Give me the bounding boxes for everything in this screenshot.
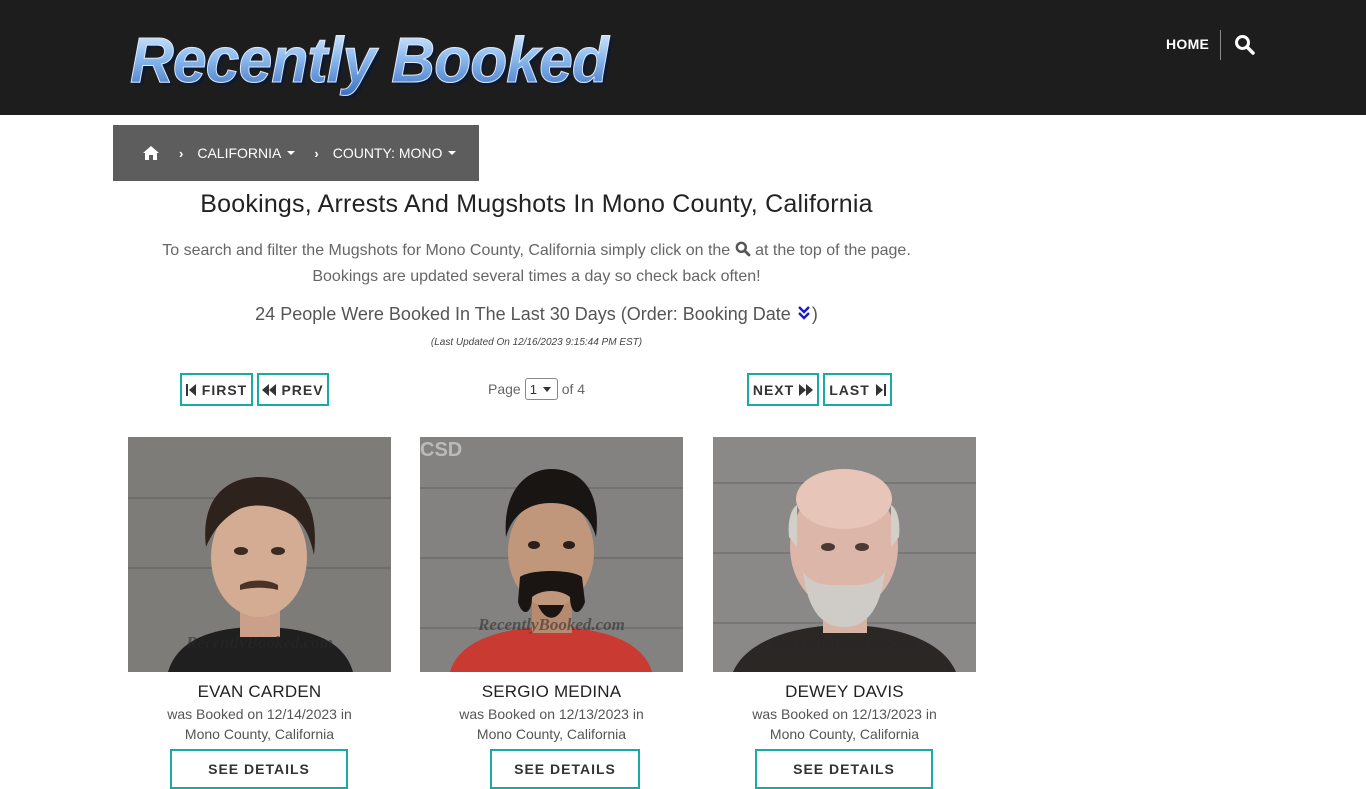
breadcrumb-county-dropdown[interactable]: COUNTY: MONO bbox=[333, 145, 457, 161]
intro-text-part2: at the top of the page. bbox=[755, 242, 911, 259]
see-details-button[interactable]: SEE DETAILS bbox=[170, 749, 348, 789]
step-forward-icon bbox=[875, 383, 886, 396]
logo-graphic: Recently Booked Recently Booked bbox=[130, 24, 615, 99]
home-icon[interactable] bbox=[142, 145, 160, 161]
last-updated-text: (Last Updated On 12/16/2023 9:15:44 PM E… bbox=[430, 337, 643, 348]
booking-location-text: Mono County, California bbox=[769, 726, 920, 742]
prev-page-label: PREV bbox=[281, 381, 324, 398]
intro-text-part1: To search and filter the Mugshots for Mo… bbox=[162, 242, 731, 259]
booking-card: CSD RecentlyBooked.com SERGIO MEDINA was… bbox=[420, 437, 683, 789]
photo-watermark: RecentlyBooked.com bbox=[478, 615, 625, 634]
caret-down-icon bbox=[287, 151, 296, 155]
booking-date-text: was Booked on 12/13/2023 in bbox=[752, 706, 937, 722]
last-page-button[interactable]: LAST bbox=[823, 373, 892, 406]
intro-text: To search and filter the Mugshots for Mo… bbox=[113, 238, 960, 290]
fast-backward-icon bbox=[262, 383, 277, 396]
booking-location-text: Mono County, California bbox=[476, 726, 627, 742]
breadcrumb-state-dropdown[interactable]: CALIFORNIA bbox=[197, 145, 296, 161]
page-label: Page bbox=[488, 381, 521, 397]
mugshot-photo[interactable]: RecentlyBooked.com bbox=[713, 437, 976, 672]
booking-date-text: was Booked on 12/13/2023 in bbox=[459, 706, 644, 722]
person-name[interactable]: DEWEY DAVIS bbox=[713, 682, 976, 702]
page-title: Bookings, Arrests And Mugshots In Mono C… bbox=[200, 190, 873, 218]
site-logo[interactable]: Recently Booked Recently Booked bbox=[124, 18, 624, 99]
photo-corner-text: CSD bbox=[420, 439, 463, 461]
person-name[interactable]: SERGIO MEDINA bbox=[420, 682, 683, 702]
mugshot-photo[interactable]: CSD RecentlyBooked.com bbox=[420, 437, 683, 672]
first-page-button[interactable]: FIRST bbox=[180, 373, 253, 406]
booking-count-close: ) bbox=[811, 304, 818, 324]
see-details-button[interactable]: SEE DETAILS bbox=[755, 749, 933, 789]
breadcrumb: › CALIFORNIA › COUNTY: MONO bbox=[113, 125, 479, 181]
photo-watermark: RecentlyBooked.com bbox=[771, 633, 918, 652]
next-page-label: NEXT bbox=[752, 381, 795, 398]
site-header: Recently Booked Recently Booked HOME bbox=[0, 0, 1366, 115]
page-total-label: of 4 bbox=[561, 381, 586, 397]
search-icon[interactable] bbox=[1234, 34, 1256, 56]
svg-text:Recently Booked: Recently Booked bbox=[130, 24, 611, 96]
double-chevron-down-icon[interactable] bbox=[796, 305, 812, 321]
chevron-right-icon: › bbox=[314, 145, 319, 161]
prev-page-button[interactable]: PREV bbox=[257, 373, 329, 406]
caret-down-icon bbox=[448, 151, 457, 155]
chevron-right-icon: › bbox=[179, 145, 184, 161]
booking-count-heading: 24 People Were Booked In The Last 30 Day… bbox=[113, 304, 960, 325]
step-backward-icon bbox=[185, 383, 196, 396]
see-details-button[interactable]: SEE DETAILS bbox=[490, 749, 640, 789]
next-page-button[interactable]: NEXT bbox=[747, 373, 819, 406]
mugshot-image bbox=[420, 437, 683, 672]
nav-home-link[interactable]: HOME bbox=[1166, 36, 1209, 52]
fast-forward-icon bbox=[799, 383, 814, 396]
nav-divider bbox=[1220, 30, 1221, 60]
booking-date-text: was Booked on 12/14/2023 in bbox=[167, 706, 352, 722]
search-icon bbox=[735, 240, 751, 257]
page-indicator: Page 1 of 4 bbox=[488, 377, 585, 401]
mugshot-photo[interactable]: RecentlyBooked.com bbox=[128, 437, 391, 672]
page-select[interactable]: 1 bbox=[524, 378, 558, 400]
breadcrumb-state-label: CALIFORNIA bbox=[197, 145, 282, 161]
booking-card: RecentlyBooked.com EVAN CARDEN was Booke… bbox=[128, 437, 391, 789]
last-page-label: LAST bbox=[829, 381, 870, 398]
photo-watermark: RecentlyBooked.com bbox=[186, 633, 333, 652]
chevron-down-icon bbox=[542, 386, 551, 392]
page-select-value: 1 bbox=[529, 381, 537, 397]
booking-count-text: 24 People Were Booked In The Last 30 Day… bbox=[255, 304, 791, 324]
booking-card: RecentlyBooked.com DEWEY DAVIS was Booke… bbox=[713, 437, 976, 789]
booking-location-text: Mono County, California bbox=[184, 726, 335, 742]
intro-text-line2: Bookings are updated several times a day… bbox=[312, 268, 761, 285]
person-name[interactable]: EVAN CARDEN bbox=[128, 682, 391, 702]
breadcrumb-county-label: COUNTY: MONO bbox=[332, 145, 443, 161]
first-page-label: FIRST bbox=[201, 381, 248, 398]
